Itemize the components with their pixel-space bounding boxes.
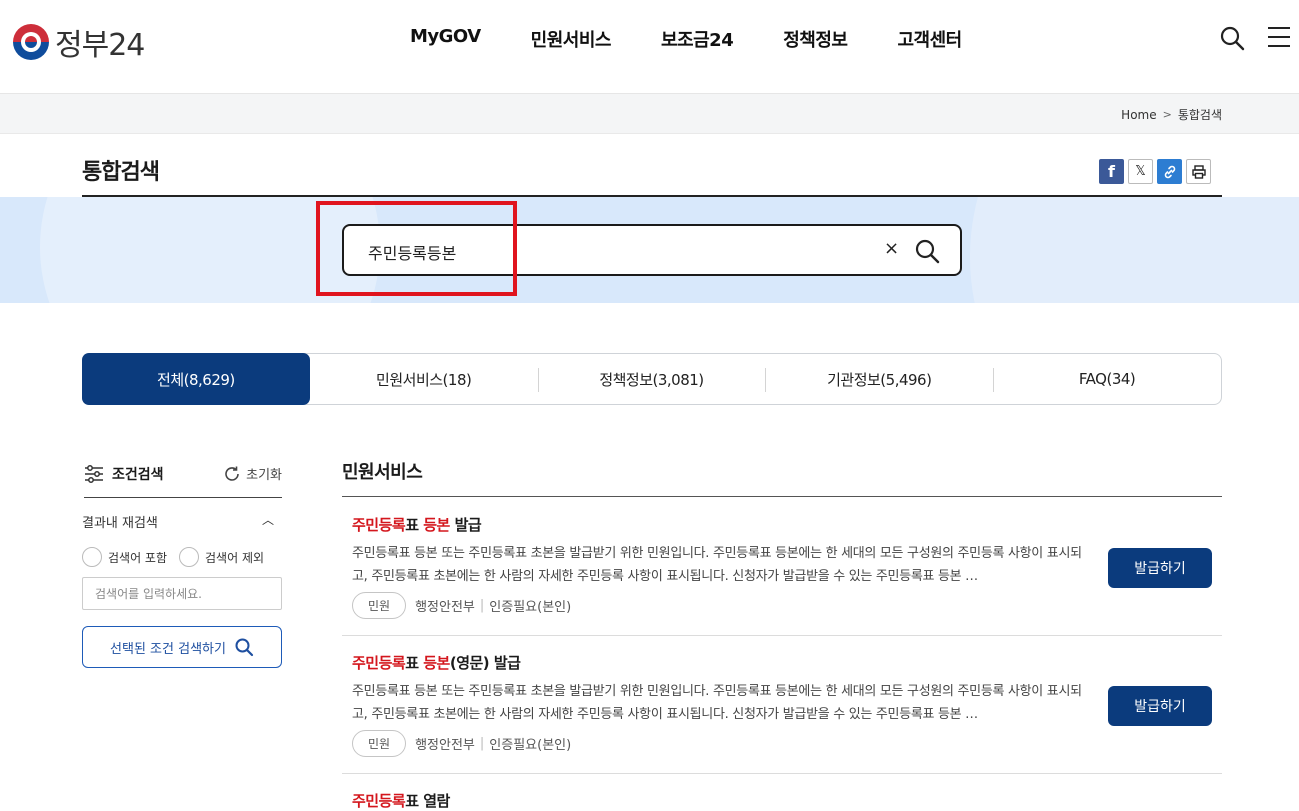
annotation-highlight-box [316, 201, 517, 296]
logo-text: 정부24 [55, 28, 145, 63]
category-badge: 민원 [352, 592, 407, 619]
issue-button[interactable]: 발급하기 [1108, 548, 1212, 588]
filter-header: 조건검색 초기화 [84, 460, 282, 498]
result-tabs: 전체(8,629) 민원서비스(18) 정책정보(3,081) 기관정보(5,4… [82, 353, 1222, 405]
result-title[interactable]: 주민등록표 열람 [352, 790, 450, 811]
refine-search-label: 결과내 재검색 [82, 516, 158, 531]
issue-button[interactable]: 발급하기 [1108, 686, 1212, 726]
radio-include-label: 검색어 포함 [108, 550, 168, 565]
title-text: 표 [405, 516, 424, 534]
search-submit-icon[interactable] [914, 238, 940, 264]
reset-button[interactable]: 초기화 [223, 464, 282, 483]
result-item: 주민등록표 등본 발급 주민등록표 등본 또는 주민등록표 초본을 발급받기 위… [342, 498, 1222, 636]
auth-required: 인증필요(본인) [489, 738, 572, 753]
filter-sliders-icon [85, 465, 103, 483]
apply-filter-button[interactable]: 선택된 조건 검색하기 [82, 626, 282, 668]
agency-name: 행정안전부 [415, 738, 475, 753]
apply-filter-label: 선택된 조건 검색하기 [110, 641, 226, 657]
main-nav: MyGOV 민원서비스 보조금24 정책정보 고객센터 [410, 26, 1012, 52]
print-icon[interactable] [1186, 159, 1211, 184]
radio-circle-icon[interactable] [82, 547, 102, 567]
link-copy-icon[interactable] [1157, 159, 1182, 184]
title-text: (영문) 발급 [449, 654, 521, 672]
refresh-icon [225, 466, 239, 481]
result-item: 주민등록표 등본(영문) 발급 주민등록표 등본 또는 주민등록표 초본을 발급… [342, 636, 1222, 774]
title-text: 표 열람 [405, 792, 450, 810]
taegeuk-logo-icon [13, 24, 49, 60]
result-title[interactable]: 주민등록표 등본(영문) 발급 [352, 652, 521, 673]
breadcrumb: Home > 통합검색 [1121, 106, 1222, 123]
search-icon [235, 638, 254, 657]
title-highlight: 등본 [423, 516, 450, 534]
tab-policy-info[interactable]: 정책정보(3,081) [537, 354, 766, 404]
category-badge: 민원 [352, 730, 407, 757]
section-title: 민원서비스 [342, 462, 423, 483]
breadcrumb-separator-icon: > [1162, 108, 1172, 121]
share-buttons: f 𝕏 [1099, 159, 1211, 184]
site-logo[interactable]: 정부24 [13, 20, 145, 64]
chevron-up-icon[interactable]: ︿ [262, 511, 274, 528]
title-highlight: 등본 [423, 654, 450, 672]
nav-mygov[interactable]: MyGOV [410, 26, 481, 52]
tab-agency-info[interactable]: 기관정보(5,496) [765, 354, 993, 404]
result-description: 주민등록표 등본 또는 주민등록표 초본을 발급받기 위한 민원입니다. 주민등… [352, 546, 1082, 584]
nav-civil-services[interactable]: 민원서비스 [531, 26, 612, 52]
nav-subsidy24[interactable]: 보조금24 [661, 26, 734, 52]
title-highlight: 주민등록 [352, 516, 406, 534]
refine-options: 검색어 포함 검색어 제외 [82, 547, 264, 567]
page-title: 통합검색 [82, 160, 160, 185]
search-icon[interactable] [1219, 25, 1245, 51]
meta-divider: | [479, 598, 485, 613]
tab-all[interactable]: 전체(8,629) [82, 353, 310, 405]
facebook-share-icon[interactable]: f [1099, 159, 1124, 184]
clear-icon[interactable]: × [884, 238, 899, 259]
refine-search-input[interactable]: 검색어를 입력하세요. [82, 577, 282, 610]
title-text: 발급 [449, 516, 482, 534]
title-highlight: 주민등록 [352, 654, 406, 672]
meta-divider: | [479, 736, 485, 751]
result-item: 주민등록표 열람 [342, 774, 1222, 810]
x-share-icon[interactable]: 𝕏 [1128, 159, 1153, 184]
breadcrumb-current: 통합검색 [1177, 108, 1222, 122]
section-divider [342, 496, 1222, 497]
site-header: 정부24 MyGOV 민원서비스 보조금24 정책정보 고객센터 [0, 0, 1299, 94]
hamburger-menu-icon[interactable] [1268, 27, 1292, 49]
title-text: 표 [405, 654, 424, 672]
decor-circle [970, 197, 1299, 303]
tab-faq[interactable]: FAQ(34) [993, 354, 1221, 404]
result-description: 주민등록표 등본 또는 주민등록표 초본을 발급받기 위한 민원입니다. 주민등… [352, 684, 1082, 722]
result-title[interactable]: 주민등록표 등본 발급 [352, 514, 482, 535]
result-meta: 민원 행정안전부 | 인증필요(본인) [352, 730, 571, 757]
nav-customer-center[interactable]: 고객센터 [897, 26, 962, 52]
radio-exclude-label: 검색어 제외 [205, 550, 265, 565]
radio-circle-icon[interactable] [179, 547, 200, 567]
title-highlight: 주민등록 [352, 792, 406, 810]
auth-required: 인증필요(본인) [489, 600, 572, 615]
radio-exclude[interactable]: 검색어 제외 [179, 547, 264, 567]
agency-name: 행정안전부 [415, 600, 475, 615]
result-meta: 민원 행정안전부 | 인증필요(본인) [352, 592, 571, 619]
reset-label: 초기화 [246, 468, 282, 483]
tab-civil-services[interactable]: 민원서비스(18) [310, 354, 538, 404]
filter-title-label: 조건검색 [112, 467, 164, 483]
radio-include[interactable]: 검색어 포함 [82, 547, 167, 567]
breadcrumb-bar: Home > 통합검색 [0, 94, 1299, 134]
nav-policy-info[interactable]: 정책정보 [783, 26, 848, 52]
filter-title: 조건검색 [84, 464, 164, 484]
breadcrumb-home[interactable]: Home [1121, 108, 1156, 122]
